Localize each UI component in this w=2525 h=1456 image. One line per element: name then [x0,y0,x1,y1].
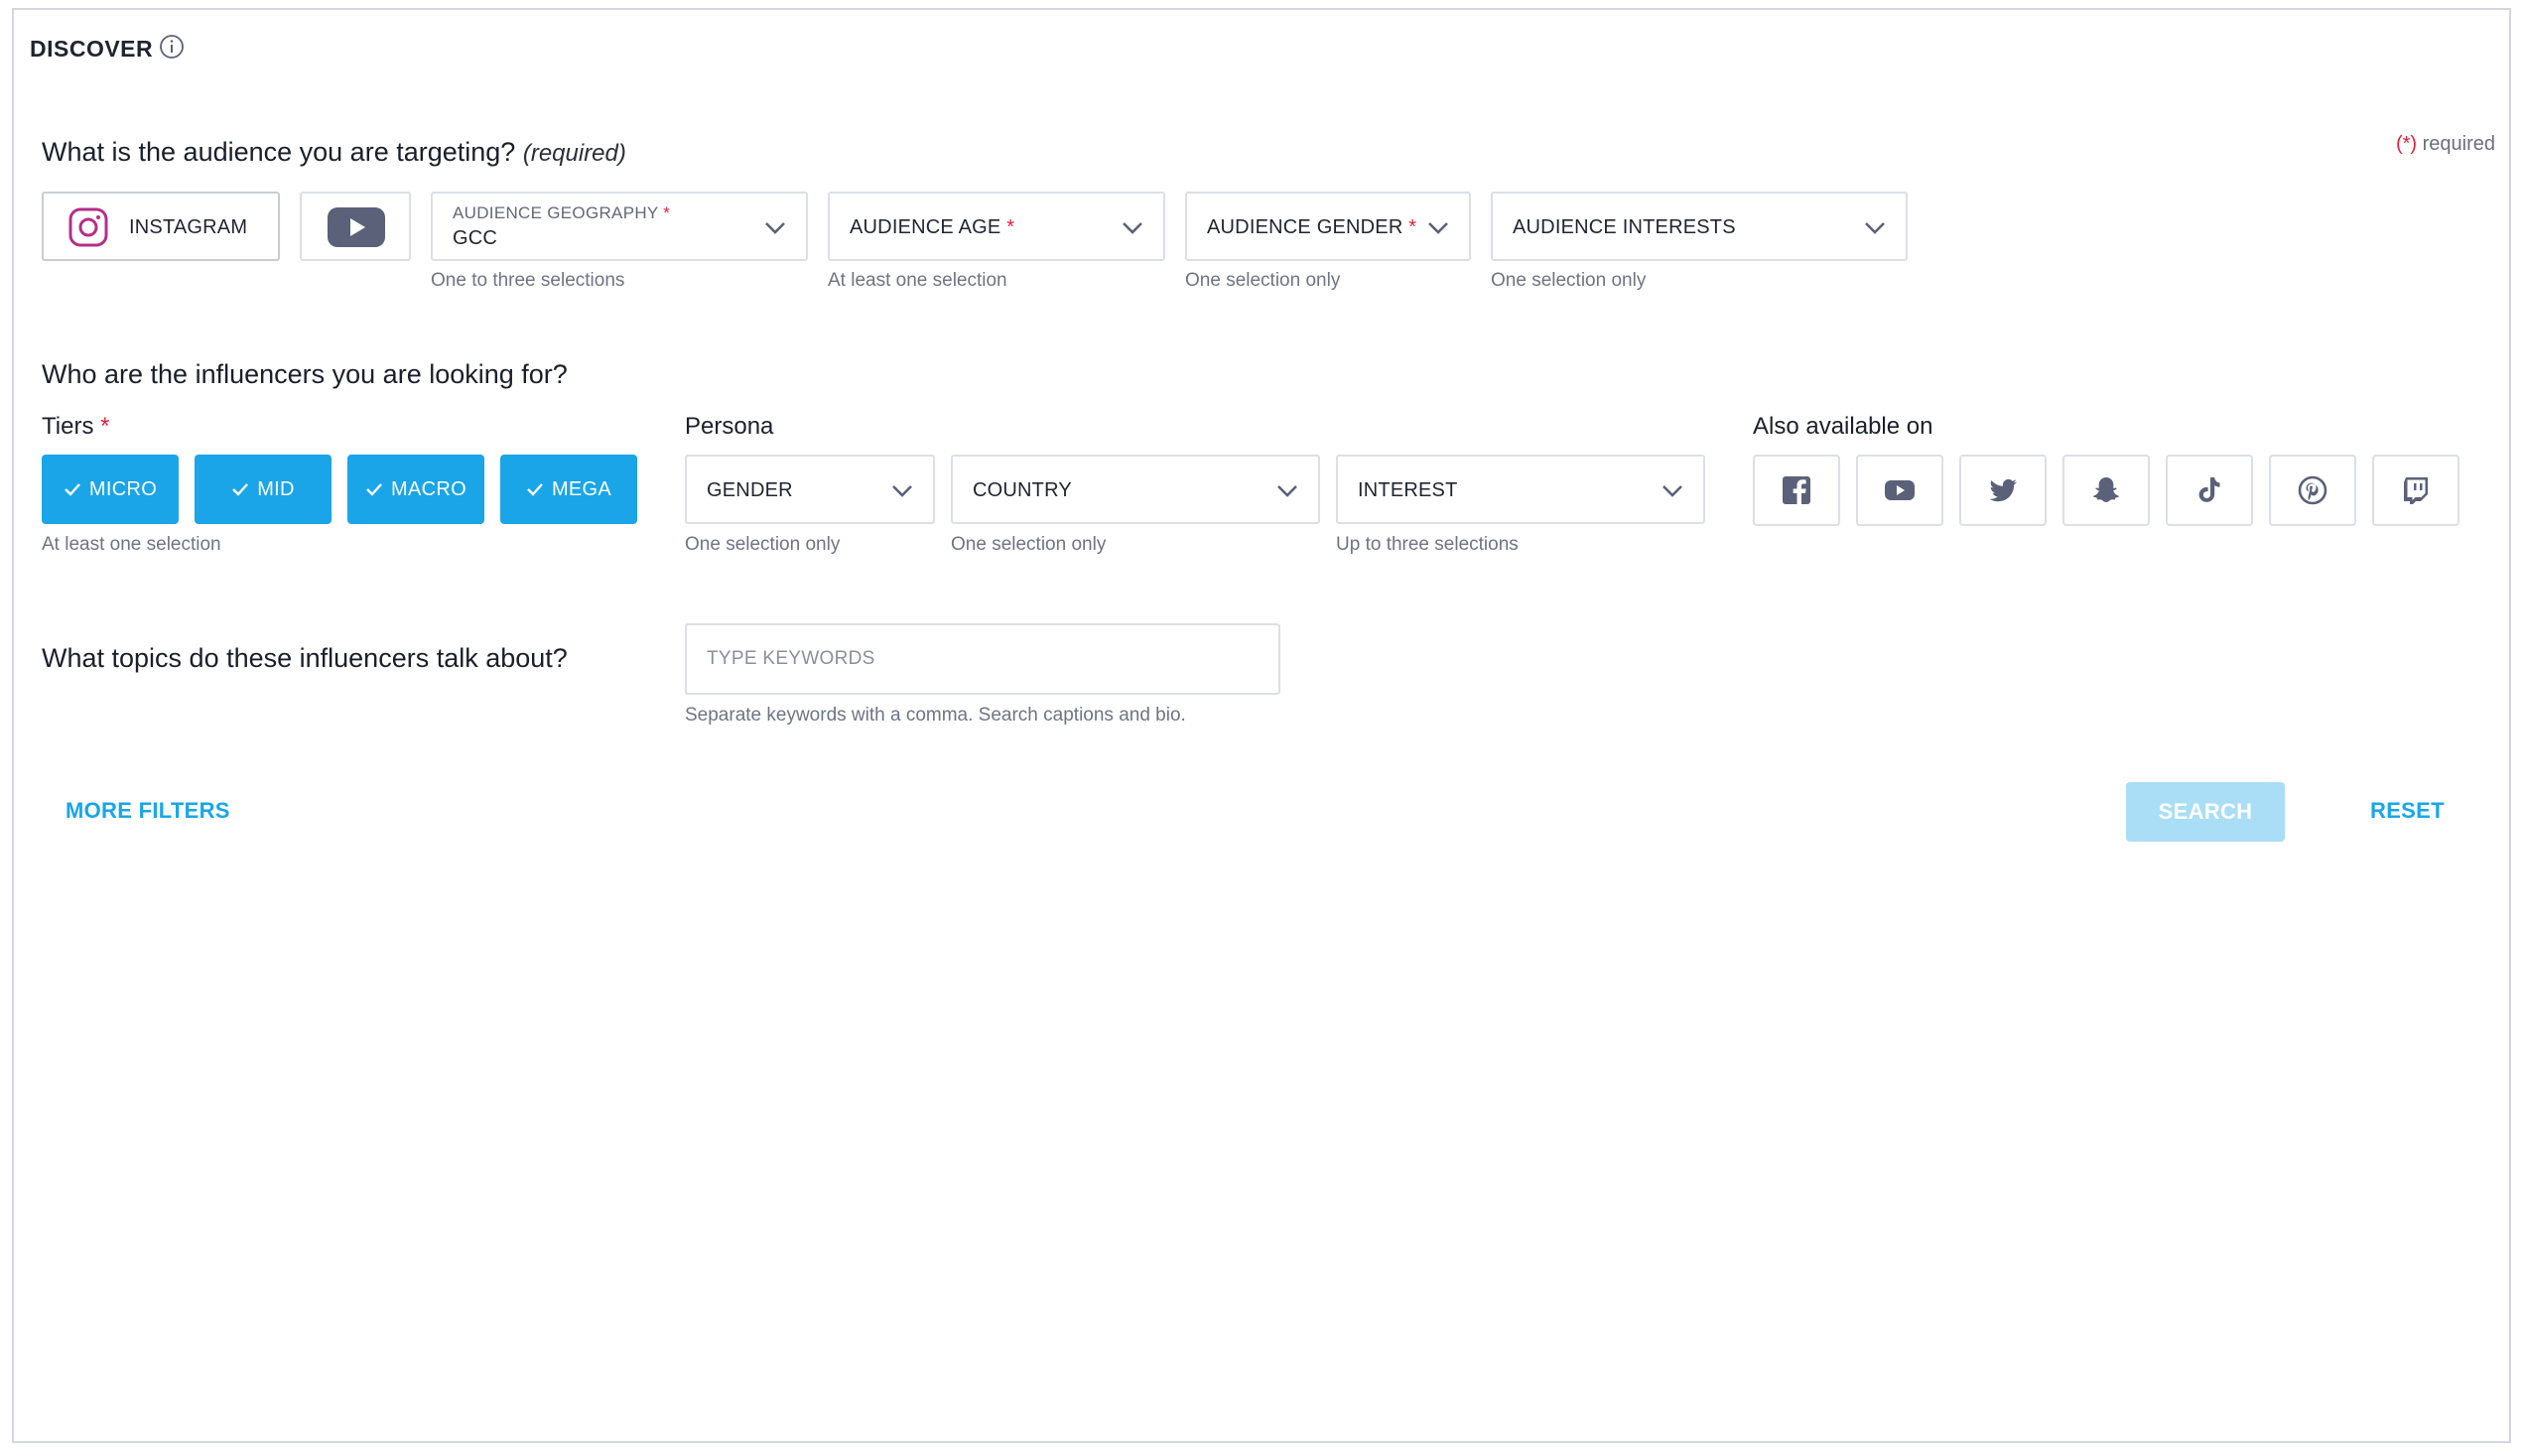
audience-age-label-text: AUDIENCE AGE [850,216,1001,238]
required-note-star: (*) [2395,133,2418,155]
tiktok-icon [2198,477,2220,502]
required-note: (*) required [2396,133,2495,156]
platform-instagram-button[interactable]: INSTAGRAM [42,192,280,261]
persona-country-dropdown[interactable]: COUNTRY [951,455,1320,524]
audience-geography-label: AUDIENCE GEOGRAPHY * [453,203,670,223]
tier-mid-toggle[interactable]: MID [195,455,332,524]
youtube-icon [328,207,385,247]
platform-instagram-label: INSTAGRAM [129,216,248,238]
persona-gender-dropdown[interactable]: GENDER [685,455,935,524]
tiers-label: Tiers * [42,413,109,441]
check-icon [232,483,249,496]
required-star: * [663,203,671,222]
chevron-down-icon [1123,222,1142,234]
chevron-down-icon [1277,485,1297,497]
search-button[interactable]: SEARCH [2126,782,2285,842]
more-filters-button[interactable]: MORE FILTERS [66,798,230,824]
audience-age-dropdown[interactable]: AUDIENCE AGE * [828,192,1165,261]
audience-interests-dropdown[interactable]: AUDIENCE INTERESTS [1491,192,1908,261]
reset-button[interactable]: RESET [2370,798,2445,824]
twitch-icon [2404,477,2428,504]
audience-interests-label: AUDIENCE INTERESTS [1513,216,1736,238]
instagram-icon [68,207,108,247]
persona-country-hint: One selection only [951,534,1107,555]
tier-macro-toggle[interactable]: MACRO [347,455,484,524]
tier-macro-label: MACRO [391,477,466,500]
also-pinterest-button[interactable] [2269,455,2356,526]
also-twitch-button[interactable] [2372,455,2459,526]
tier-mega-toggle[interactable]: MEGA [500,455,637,524]
audience-age-hint: At least one selection [828,270,1007,291]
facebook-icon [1783,476,1810,504]
audience-gender-hint: One selection only [1185,270,1341,291]
tier-mega-label: MEGA [551,477,612,500]
audience-question-text: What is the audience you are targeting? [42,137,516,167]
also-twitter-button[interactable] [1959,455,2047,526]
audience-geography-label-text: AUDIENCE GEOGRAPHY [453,203,659,222]
tiers-hint: At least one selection [42,534,221,555]
chevron-down-icon [1428,222,1448,234]
keywords-hint: Separate keywords with a comma. Search c… [685,705,1186,726]
audience-geography-dropdown[interactable]: AUDIENCE GEOGRAPHY * GCC [431,192,808,261]
influencers-question: Who are the influencers you are looking … [42,359,568,389]
audience-geography-hint: One to three selections [431,270,625,291]
audience-geography-value: GCC [453,227,498,249]
audience-interests-hint: One selection only [1491,270,1647,291]
required-note-text: required [2417,133,2495,155]
also-facebook-button[interactable] [1753,455,1840,526]
chevron-down-icon [765,222,785,234]
also-snapchat-button[interactable] [2062,455,2150,526]
required-star: * [1408,216,1417,238]
chevron-down-icon [892,485,912,497]
tier-micro-label: MICRO [88,477,158,500]
check-icon [65,483,80,496]
also-available-label: Also available on [1753,413,1933,440]
persona-interest-dropdown[interactable]: INTEREST [1336,455,1705,524]
persona-interest-label: INTEREST [1358,479,1458,501]
persona-gender-hint: One selection only [685,534,841,555]
chevron-down-icon [1662,485,1682,497]
tier-micro-toggle[interactable]: MICRO [42,455,179,524]
audience-question: What is the audience you are targeting? … [42,137,626,168]
topics-question: What topics do these influencers talk ab… [42,643,568,673]
also-tiktok-button[interactable] [2166,455,2253,526]
platform-youtube-button[interactable] [300,192,411,261]
keywords-input[interactable] [685,623,1280,695]
snapchat-icon [2093,477,2119,502]
persona-label: Persona [685,413,774,440]
also-youtube-button[interactable] [1856,455,1943,526]
youtube-icon [1885,480,1915,500]
audience-age-label: AUDIENCE AGE * [850,216,1014,239]
required-star: * [1006,216,1015,238]
check-icon [366,483,382,496]
info-icon[interactable] [159,34,185,60]
check-icon [527,483,543,496]
persona-gender-label: GENDER [707,479,793,501]
audience-gender-label: AUDIENCE GENDER * [1207,216,1416,239]
page-title: DISCOVER [30,36,154,62]
persona-country-label: COUNTRY [973,479,1072,501]
required-star: * [100,413,110,440]
persona-interest-hint: Up to three selections [1336,534,1519,555]
audience-gender-label-text: AUDIENCE GENDER [1207,216,1403,238]
tier-mid-label: MID [257,477,295,500]
chevron-down-icon [1865,222,1885,234]
pinterest-icon [2298,475,2327,505]
required-tag: (required) [522,140,626,167]
tiers-label-text: Tiers [42,413,94,440]
twitter-icon [1989,478,2017,502]
audience-gender-dropdown[interactable]: AUDIENCE GENDER * [1185,192,1471,261]
